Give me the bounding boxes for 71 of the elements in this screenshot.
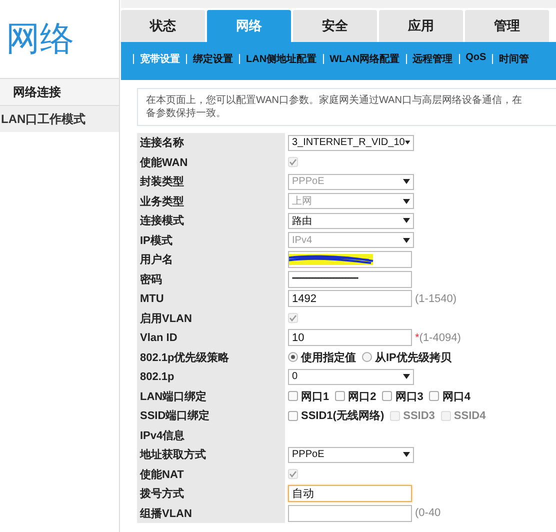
- page-title: 网络: [5, 19, 75, 60]
- input-field[interactable]: 自动: [288, 485, 412, 502]
- subnav-link[interactable]: LAN侧地址配置: [246, 52, 317, 66]
- required-mark: *: [415, 332, 420, 344]
- field-label: 组播VLAN: [137, 504, 285, 523]
- field-label: MTU: [137, 289, 285, 308]
- checkbox[interactable]: [288, 391, 298, 402]
- range-hint: (0-40: [415, 507, 441, 520]
- input-field[interactable]: [288, 504, 412, 522]
- field-label: Vlan ID: [137, 328, 285, 348]
- subnav-link[interactable]: WLAN网络配置: [330, 52, 400, 66]
- input-field[interactable]: 1492: [288, 290, 412, 308]
- option-label: SSID4: [454, 410, 486, 422]
- caret-icon: [403, 179, 410, 184]
- field-label: 连接名称: [137, 133, 285, 152]
- tab[interactable]: 状态: [121, 10, 205, 42]
- checkbox[interactable]: [335, 391, 346, 402]
- dropdown[interactable]: 3_INTERNET_R_VID_10: [288, 134, 414, 151]
- option-label: 从IP优先级拷贝: [375, 350, 452, 365]
- tab[interactable]: 管理: [465, 10, 549, 42]
- caret-icon: [403, 218, 410, 224]
- dropdown[interactable]: PPPoE: [288, 446, 414, 463]
- option-label: SSID1(无线网络): [301, 408, 384, 424]
- field-label: 802.1p: [137, 367, 285, 386]
- sidebar-item[interactable]: LAN口工作模式: [0, 105, 119, 132]
- caret-icon: [403, 198, 410, 204]
- input-field[interactable]: [288, 251, 412, 268]
- field-label: 封装类型: [137, 172, 285, 192]
- tab[interactable]: 安全: [293, 10, 377, 42]
- option-label: 网口3: [395, 390, 424, 404]
- subnav-link[interactable]: 绑定设置: [193, 52, 233, 66]
- description-text: 备参数保持一致。: [146, 107, 226, 120]
- radio-button[interactable]: [362, 352, 372, 362]
- subnav-link[interactable]: 时间管: [499, 52, 530, 66]
- checkbox[interactable]: [288, 410, 298, 421]
- checkbox[interactable]: [429, 391, 440, 402]
- dropdown[interactable]: 路由: [288, 212, 414, 229]
- field-label: LAN端口绑定: [137, 386, 285, 406]
- field-label: 密码: [137, 270, 285, 289]
- option-label: 使用指定值: [301, 350, 356, 365]
- field-label: 使能NAT: [137, 464, 285, 484]
- caret-icon: [403, 452, 410, 458]
- tab[interactable]: 应用: [379, 10, 463, 42]
- field-label: 802.1p优先级策略: [137, 348, 285, 367]
- checkbox[interactable]: [382, 391, 392, 402]
- option-label: 网口2: [348, 390, 376, 404]
- input-field[interactable]: 10: [288, 329, 412, 346]
- field-label: IP模式: [137, 230, 285, 250]
- field-label: SSID端口绑定: [137, 406, 285, 426]
- dropdown[interactable]: 0: [288, 368, 414, 385]
- field-label: 地址获取方式: [137, 445, 285, 464]
- range-hint: (1-4094): [419, 332, 461, 344]
- range-hint: (1-1540): [415, 292, 457, 305]
- sidebar-item[interactable]: 网络连接: [0, 78, 119, 105]
- field-label: 连接模式: [137, 211, 285, 230]
- option-label: 网口1: [301, 390, 330, 404]
- field-label: 使能WAN: [137, 152, 285, 172]
- field-label: 用户名: [137, 250, 285, 270]
- option-label: SSID3: [403, 410, 435, 422]
- description-text: 在本页面上，您可以配置WAN口参数。家庭网关通过WAN口与高层网络设备通信，在: [146, 94, 522, 107]
- field-label: 拨号方式: [137, 484, 285, 504]
- caret-icon: [404, 140, 410, 146]
- field-label: 业务类型: [137, 192, 285, 211]
- field-label: IPv4信息: [137, 426, 285, 445]
- caret-icon: [403, 238, 410, 243]
- option-label: 网口4: [442, 390, 470, 404]
- subnav-link[interactable]: QoS: [466, 52, 486, 63]
- subnav-link[interactable]: 远程管理: [412, 52, 453, 66]
- caret-icon: [403, 374, 410, 380]
- field-label: 启用VLAN: [137, 308, 285, 328]
- radio-button[interactable]: [288, 352, 298, 362]
